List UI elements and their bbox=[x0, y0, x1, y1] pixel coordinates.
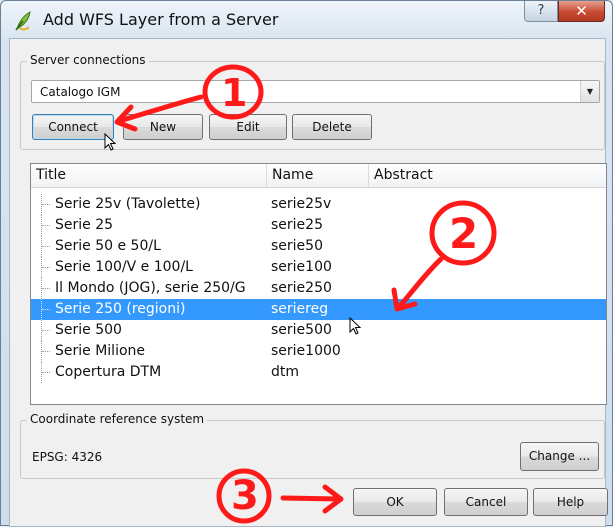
layer-title-cell: Serie 500 bbox=[55, 322, 122, 338]
annotation-number-2: 2 bbox=[449, 209, 479, 258]
column-header-name[interactable]: Name bbox=[267, 164, 369, 187]
layer-name-cell: serie25v bbox=[271, 196, 332, 212]
layer-name-cell: serie50 bbox=[271, 238, 323, 254]
table-row[interactable]: Serie 50 e 50/L serie50 bbox=[31, 236, 606, 257]
layer-title-cell: Serie Milione bbox=[55, 343, 146, 359]
table-row[interactable]: Serie 250 (regioni) seriereg bbox=[31, 299, 606, 320]
close-icon[interactable]: ✕ bbox=[558, 1, 605, 22]
layer-name-cell: serie500 bbox=[271, 322, 332, 338]
layer-name-cell: serie25 bbox=[271, 217, 323, 233]
server-connections-title: Server connections bbox=[27, 53, 149, 67]
title-bar[interactable]: Add WFS Layer from a Server ? ✕ bbox=[1, 1, 612, 37]
help-button[interactable]: Help bbox=[533, 488, 608, 516]
tree-branch-line bbox=[41, 257, 53, 278]
change-crs-button[interactable]: Change ... bbox=[520, 442, 599, 471]
qgis-icon bbox=[15, 11, 31, 31]
edit-button[interactable]: Edit bbox=[209, 114, 287, 140]
connect-button[interactable]: Connect bbox=[32, 114, 114, 140]
table-row[interactable]: Serie 100/V e 100/L serie100 bbox=[31, 257, 606, 278]
layer-title-cell: Il Mondo (JOG), serie 250/G bbox=[55, 280, 246, 296]
column-header-abstract[interactable]: Abstract bbox=[369, 164, 606, 187]
table-row[interactable]: Serie 25v (Tavolette) serie25v bbox=[31, 194, 606, 215]
layer-title-cell: Serie 25 bbox=[55, 217, 114, 233]
tree-branch-line bbox=[41, 278, 53, 299]
tree-branch-line bbox=[41, 236, 53, 257]
layer-title-cell: Copertura DTM bbox=[55, 364, 162, 380]
crs-value: EPSG: 4326 bbox=[32, 450, 103, 464]
help-icon[interactable]: ? bbox=[524, 1, 558, 22]
table-row[interactable]: Serie 25 serie25 bbox=[31, 215, 606, 236]
crs-group-title: Coordinate reference system bbox=[27, 412, 208, 426]
tree-branch-line bbox=[41, 215, 53, 236]
new-button[interactable]: New bbox=[123, 114, 203, 140]
layer-list[interactable]: Title Name Abstract Serie 25v (Tavolette… bbox=[30, 163, 607, 405]
layer-name-cell: seriereg bbox=[271, 301, 329, 317]
tree-branch-line bbox=[41, 299, 53, 320]
mouse-cursor-icon bbox=[349, 317, 361, 335]
tree-branch-line bbox=[41, 341, 53, 362]
cancel-button[interactable]: Cancel bbox=[444, 488, 528, 516]
layer-list-header: Title Name Abstract bbox=[31, 164, 606, 188]
server-connection-value: Catalogo IGM bbox=[40, 85, 121, 99]
mouse-cursor-icon bbox=[104, 133, 116, 151]
server-connection-select[interactable]: Catalogo IGM ▼ bbox=[31, 80, 600, 103]
table-row[interactable]: Il Mondo (JOG), serie 250/G serie250 bbox=[31, 278, 606, 299]
layer-title-cell: Serie 100/V e 100/L bbox=[55, 259, 193, 275]
layer-title-cell: Serie 25v (Tavolette) bbox=[55, 196, 201, 212]
table-row[interactable]: Serie Milione serie1000 bbox=[31, 341, 606, 362]
annotation-number-3: 3 bbox=[231, 473, 259, 519]
layer-name-cell: dtm bbox=[271, 364, 300, 380]
layer-title-cell: Serie 50 e 50/L bbox=[55, 238, 161, 254]
layer-title-cell: Serie 250 (regioni) bbox=[55, 301, 186, 317]
table-row[interactable]: Serie 500 serie500 bbox=[31, 320, 606, 341]
tree-branch-line bbox=[41, 362, 53, 383]
annotation-number-1: 1 bbox=[221, 71, 248, 115]
column-header-title[interactable]: Title bbox=[31, 164, 267, 187]
ok-button[interactable]: OK bbox=[353, 488, 437, 516]
tree-branch-line bbox=[41, 320, 53, 341]
layer-name-cell: serie250 bbox=[271, 280, 332, 296]
window-title: Add WFS Layer from a Server bbox=[43, 10, 279, 29]
table-row[interactable]: Copertura DTM dtm bbox=[31, 362, 606, 383]
tree-branch-line bbox=[41, 194, 53, 215]
delete-button[interactable]: Delete bbox=[292, 114, 372, 140]
crs-group: Coordinate reference system bbox=[20, 412, 605, 479]
layer-name-cell: serie1000 bbox=[271, 343, 341, 359]
dialog-window: Add WFS Layer from a Server ? ✕ Server c… bbox=[0, 0, 613, 527]
chevron-down-icon[interactable]: ▼ bbox=[580, 81, 599, 102]
layer-name-cell: serie100 bbox=[271, 259, 332, 275]
